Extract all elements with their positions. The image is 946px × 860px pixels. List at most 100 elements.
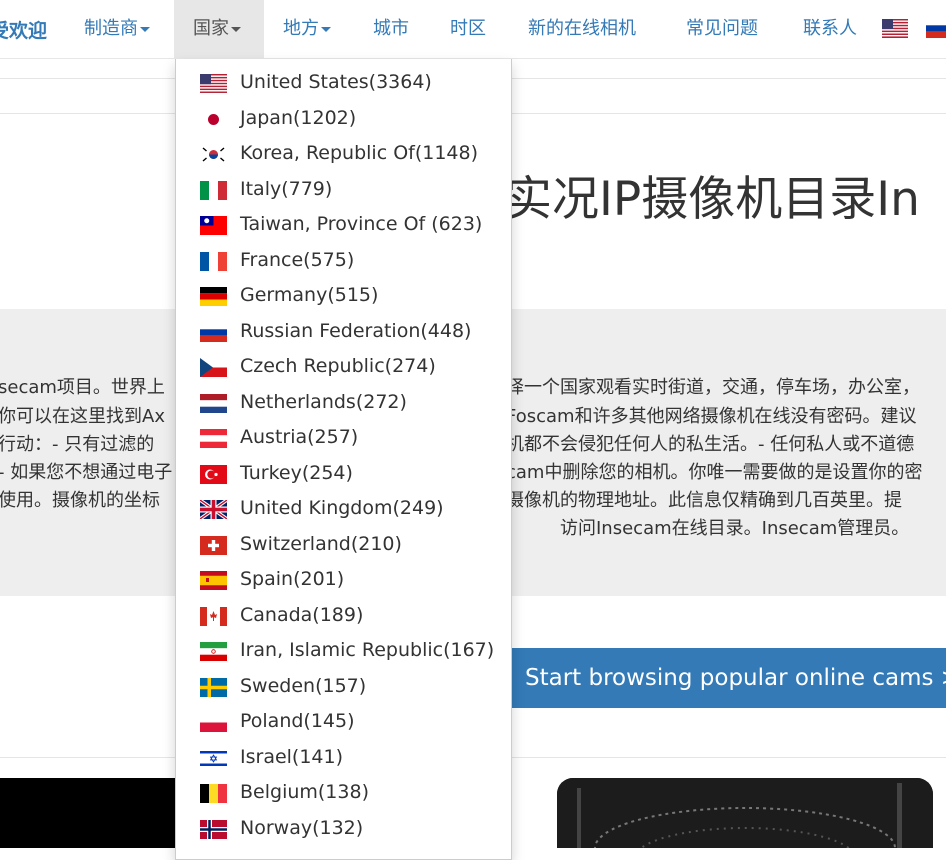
country-dropdown-menu: United States(3364) Japan(1202) Korea, Rep…	[175, 59, 512, 860]
country-menu-item-label: Germany(515)	[240, 284, 379, 306]
at-flag-icon	[200, 429, 227, 448]
country-menu-item-label: Belgium(138)	[240, 781, 369, 803]
country-menu-item-label: Japan(1202)	[240, 106, 357, 129]
info-text: - 如果您不想通过电子	[0, 462, 173, 483]
country-menu-item-label: Czech Republic(274)	[240, 355, 436, 377]
country-menu-item-label: Korea, Republic Of(1148)	[240, 142, 479, 164]
ca-flag-icon	[200, 606, 227, 626]
country-menu-item[interactable]: Canada(189)	[176, 599, 511, 634]
country-menu-item-label: Spain(201)	[240, 568, 345, 590]
info-text: 行动：- 只有过滤的	[0, 434, 155, 455]
country-menu-item[interactable]: Germany(515)	[176, 279, 511, 314]
camera-image	[557, 778, 933, 848]
nav-country-label: 国家	[193, 18, 229, 39]
country-menu-item-label: Switzerland(210)	[240, 532, 402, 555]
country-menu-item[interactable]: Italy(779)	[176, 173, 511, 208]
country-menu-item[interactable]: Russian Federation(448)	[176, 315, 511, 350]
no-flag-icon	[200, 819, 227, 839]
nav-manufacturer-label: 制造商	[84, 18, 138, 39]
country-menu-item[interactable]: Japan(1202)	[176, 102, 511, 137]
info-text: 使用。摄像机的坐标	[0, 490, 160, 511]
country-menu-item-label: United States(3364)	[240, 71, 432, 93]
nav-timezone[interactable]: 时区	[450, 0, 486, 58]
nav-new-online[interactable]: 新的在线相机	[528, 0, 636, 58]
navbar: 受欢迎 制造商 国家 地方 城市 时区 新的在线相机 常见问题 联系人	[0, 0, 946, 59]
nav-popular[interactable]: 受欢迎	[0, 16, 47, 43]
country-menu-item[interactable]: Spain(201)	[176, 563, 511, 598]
country-menu-item[interactable]: Poland(145)	[176, 705, 511, 740]
country-menu-item[interactable]: Netherlands(272)	[176, 386, 511, 421]
country-menu-item-label: France(575)	[240, 248, 355, 271]
country-menu-item-label: Netherlands(272)	[240, 390, 407, 413]
nav-city[interactable]: 城市	[373, 0, 409, 58]
us-flag-icon	[200, 74, 227, 93]
tr-flag-icon	[200, 464, 227, 484]
country-menu-item[interactable]: Turkey(254)	[176, 457, 511, 492]
page-title: 实况IP摄像机目录In	[505, 172, 920, 227]
country-menu-item-label: Norway(132)	[240, 816, 364, 839]
info-text: 译一个国家观看实时街道，交通，停车场，办公室，	[506, 377, 920, 398]
country-menu-item-label: Israel(141)	[240, 745, 344, 768]
country-menu-item[interactable]: Taiwan, Province Of (623)	[176, 208, 511, 243]
es-flag-icon	[200, 571, 227, 590]
country-menu-item-label: Turkey(254)	[240, 461, 353, 484]
it-flag-icon	[200, 180, 227, 200]
nav-faq[interactable]: 常见问题	[686, 0, 758, 58]
tw-flag-icon	[200, 216, 227, 235]
ru-flag-icon[interactable]	[926, 19, 946, 38]
info-text: cam中删除您的相机。你唯一需要做的是设置你的密	[506, 462, 923, 483]
nl-flag-icon	[200, 393, 227, 413]
info-text: 摄像机的物理地址。此信息仅精确到几百英里。提	[506, 490, 902, 511]
country-menu-item-label: Poland(145)	[240, 710, 355, 732]
cz-flag-icon	[200, 358, 227, 377]
start-browsing-button[interactable]: Start browsing popular online cams >>	[509, 648, 946, 708]
nav-contacts[interactable]: 联系人	[803, 0, 857, 58]
de-flag-icon	[200, 287, 227, 306]
nav-places-label: 地方	[283, 18, 319, 39]
gb-flag-icon	[200, 500, 227, 519]
nav-places[interactable]: 地方	[283, 0, 331, 58]
country-menu-item[interactable]: France(575)	[176, 244, 511, 279]
ir-flag-icon	[200, 642, 227, 661]
jp-flag-icon	[200, 109, 227, 129]
se-flag-icon	[200, 677, 227, 697]
be-flag-icon	[200, 784, 227, 803]
country-menu-item-label: Taiwan, Province Of (623)	[240, 213, 483, 235]
nav-manufacturer[interactable]: 制造商	[84, 0, 150, 58]
us-flag-icon[interactable]	[882, 19, 908, 38]
info-text: Foscam和许多其他网络摄像机在线没有密码。建议	[506, 406, 917, 427]
country-menu-item-label: Italy(779)	[240, 177, 333, 200]
info-text: 访问Insecam在线目录。Insecam管理员。	[560, 518, 910, 539]
camera-thumbnail[interactable]	[0, 778, 176, 848]
country-menu-item-label: Canada(189)	[240, 603, 364, 626]
country-menu-item[interactable]: Israel(141)	[176, 741, 511, 776]
country-menu-item[interactable]: United Kingdom(249)	[176, 492, 511, 527]
info-text: secam项目。世界上	[0, 377, 165, 398]
country-menu-item-label: Russian Federation(448)	[240, 319, 472, 342]
nav-country[interactable]: 国家	[174, 0, 264, 58]
kr-flag-icon	[200, 145, 227, 164]
country-menu-item-label: Sweden(157)	[240, 674, 367, 697]
country-menu-item[interactable]: Belgium(138)	[176, 776, 511, 811]
country-menu-item[interactable]: Switzerland(210)	[176, 528, 511, 563]
caret-down-icon	[321, 26, 331, 32]
country-menu-item[interactable]: Iran, Islamic Republic(167)	[176, 634, 511, 669]
country-menu-item[interactable]: Czech Republic(274)	[176, 350, 511, 385]
caret-down-icon	[231, 26, 241, 32]
caret-down-icon	[140, 26, 150, 32]
il-flag-icon	[200, 748, 227, 768]
camera-thumbnail[interactable]	[557, 778, 933, 848]
country-menu-item[interactable]: United States(3364)	[176, 66, 511, 101]
country-menu-item[interactable]: Korea, Republic Of(1148)	[176, 137, 511, 172]
country-menu-item[interactable]: Norway(132)	[176, 812, 511, 847]
pl-flag-icon	[200, 713, 227, 732]
country-menu-item[interactable]: Austria(257)	[176, 421, 511, 456]
country-menu-item-label: United Kingdom(249)	[240, 497, 444, 519]
country-menu-item[interactable]: Sweden(157)	[176, 670, 511, 705]
info-text: 你可以在这里找到Ax	[0, 406, 165, 427]
ch-flag-icon	[200, 535, 227, 555]
country-menu-item-label: Iran, Islamic Republic(167)	[240, 639, 495, 661]
info-text: 机都不会侵犯任何人的私生活。- 任何私人或不道德	[506, 434, 915, 455]
ru-flag-icon	[200, 322, 227, 342]
fr-flag-icon	[200, 251, 227, 271]
